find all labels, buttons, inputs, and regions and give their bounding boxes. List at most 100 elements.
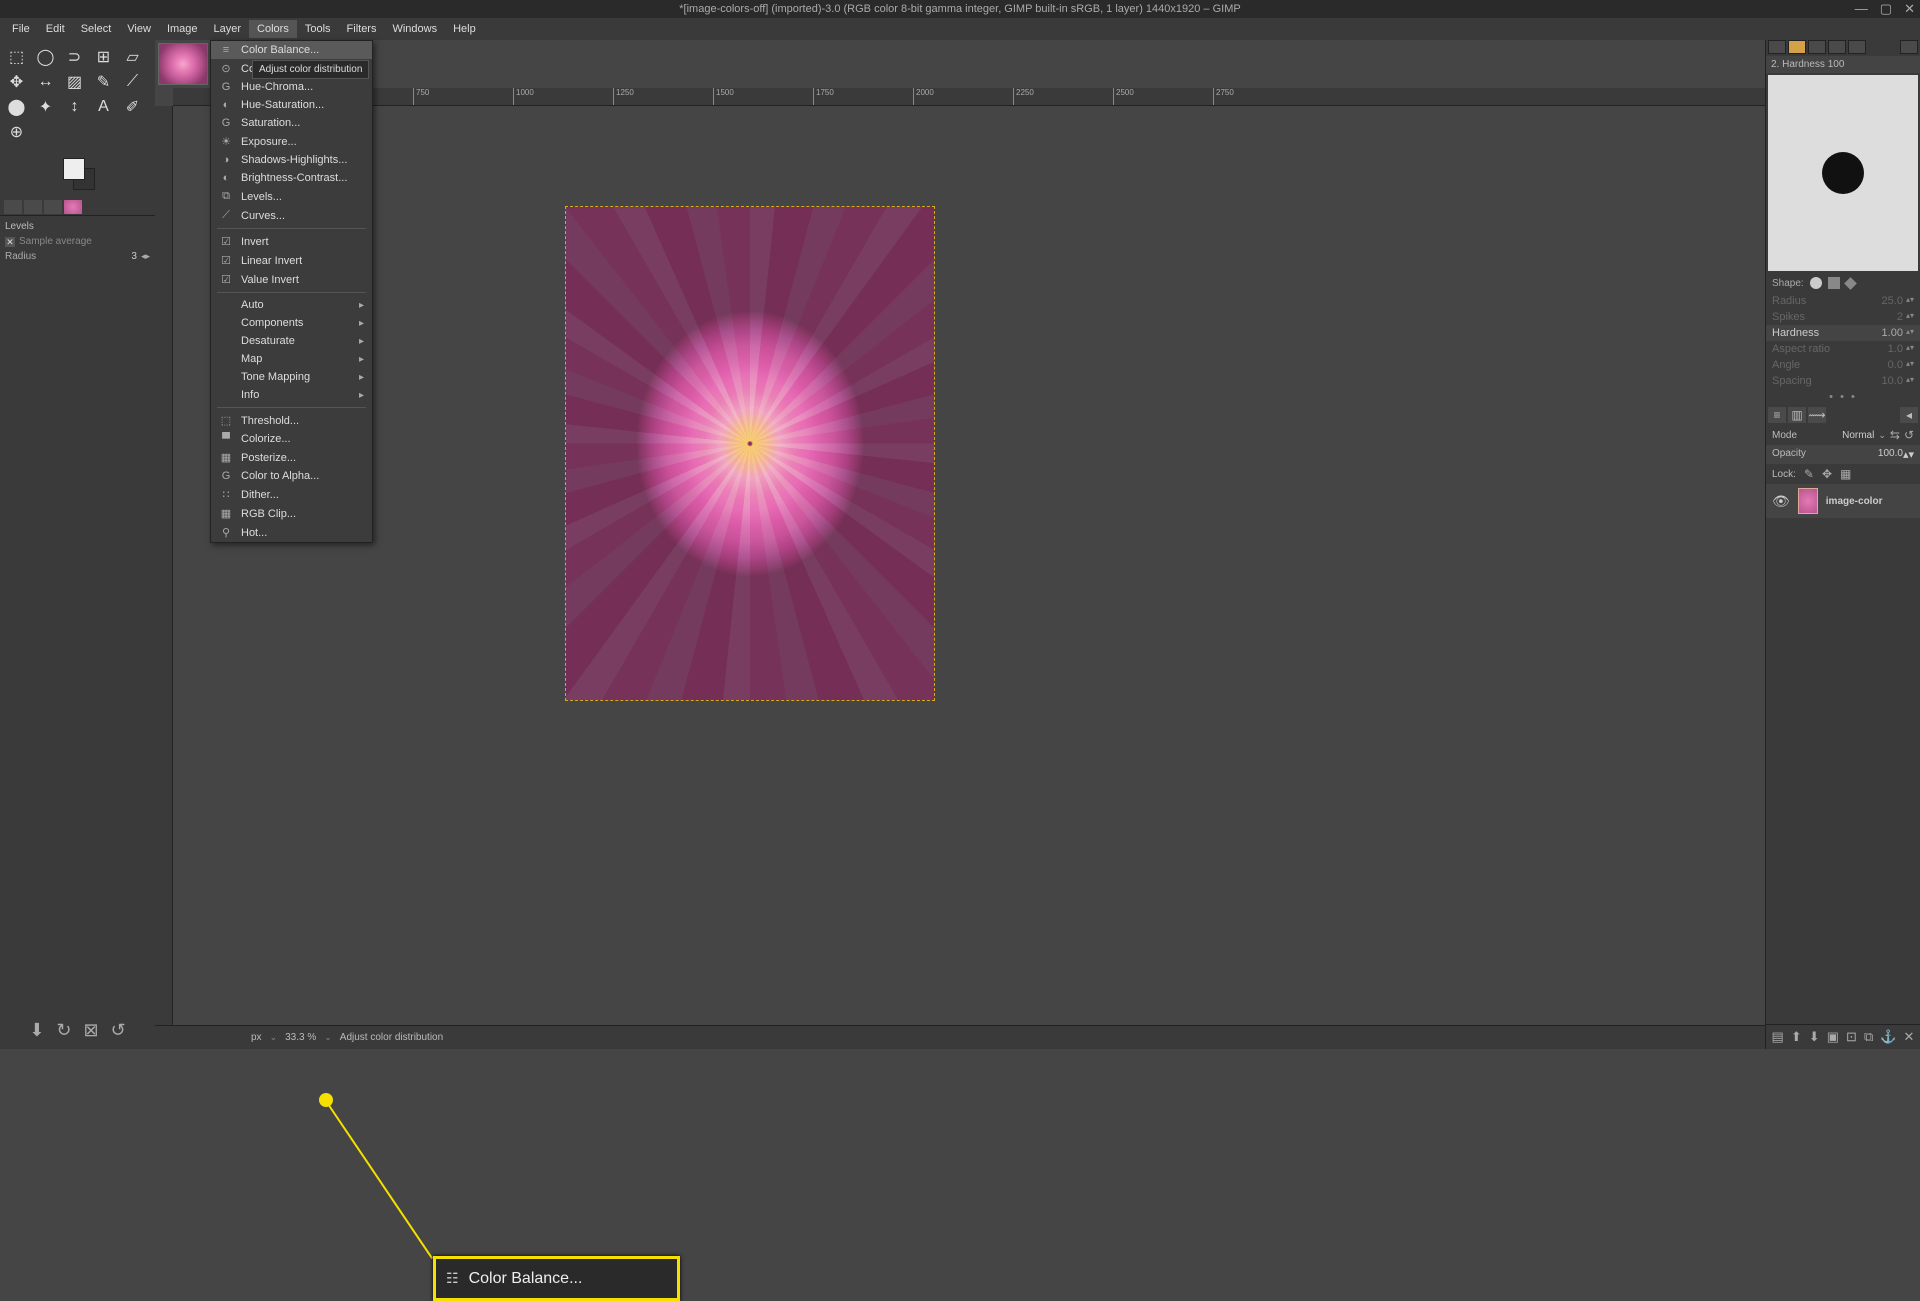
tool-button[interactable]: ↕ <box>61 95 88 118</box>
close-icon[interactable]: ✕ <box>1904 1 1915 17</box>
menu-colors[interactable]: Colors <box>249 20 297 38</box>
shape-circle-icon[interactable] <box>1810 277 1822 289</box>
tab-layers-icon[interactable]: ≡ <box>1768 407 1786 423</box>
menu-item-linear-invert[interactable]: ☑Linear Invert <box>211 251 372 270</box>
opacity-value[interactable]: 100.0 <box>1878 448 1903 461</box>
menu-item-hue-saturation[interactable]: ◐Hue-Saturation... <box>211 96 372 114</box>
tool-button[interactable]: ⊞ <box>90 45 117 68</box>
layer-action-icon[interactable]: ⊡ <box>1846 1029 1857 1045</box>
menu-item-hue-chroma[interactable]: GHue-Chroma... <box>211 78 372 96</box>
spinner-icon[interactable]: ▴▾ <box>1906 327 1914 339</box>
more-dots[interactable]: • • • <box>1766 389 1920 405</box>
menu-windows[interactable]: Windows <box>384 20 445 38</box>
property-value[interactable]: 0.0 <box>1888 359 1903 371</box>
spinner-icon[interactable]: ▴▾ <box>1906 359 1914 371</box>
menu-item-invert[interactable]: ☑Invert <box>211 232 372 251</box>
tool-button[interactable]: ⟋ <box>119 70 146 93</box>
property-row[interactable]: Hardness1.00▴▾ <box>1766 325 1920 341</box>
tool-button[interactable]: ▨ <box>61 70 88 93</box>
radius-value[interactable]: 3 <box>131 251 137 262</box>
tool-button[interactable]: ✥ <box>3 70 30 93</box>
tab-menu-icon[interactable]: ◂ <box>1900 407 1918 423</box>
menu-item-levels[interactable]: ⧉Levels... <box>211 187 372 206</box>
menu-item-curves[interactable]: ⟋Curves... <box>211 206 372 225</box>
dropdown-icon[interactable]: ⌄ <box>324 1032 332 1043</box>
tool-button[interactable]: ✎ <box>90 70 117 93</box>
property-row[interactable]: Aspect ratio1.0▴▾ <box>1766 341 1920 357</box>
switch-icon[interactable]: ⇆ <box>1890 428 1900 442</box>
action-icon[interactable]: ⬇ <box>29 1020 44 1041</box>
tool-button[interactable]: ⬤ <box>3 95 30 118</box>
tab-patterns[interactable] <box>1788 40 1806 54</box>
menu-item-exposure[interactable]: ☀Exposure... <box>211 132 372 151</box>
color-swatches[interactable] <box>58 158 98 190</box>
menu-item-map[interactable]: Map▸ <box>211 350 372 368</box>
menu-tools[interactable]: Tools <box>297 20 339 38</box>
layer-action-icon[interactable]: ▤ <box>1772 1029 1784 1045</box>
menu-item-color-to-alpha[interactable]: GColor to Alpha... <box>211 467 372 485</box>
property-value[interactable]: 1.0 <box>1888 343 1903 355</box>
dropdown-icon[interactable]: ⌄ <box>270 1032 278 1043</box>
menu-item-auto[interactable]: Auto▸ <box>211 296 372 314</box>
action-icon[interactable]: ↺ <box>111 1020 126 1041</box>
menu-select[interactable]: Select <box>73 20 120 38</box>
layer-thumbnail[interactable] <box>1798 488 1818 514</box>
tool-button[interactable]: ✐ <box>119 95 146 118</box>
tool-button[interactable]: ↔ <box>32 70 59 93</box>
menu-file[interactable]: File <box>4 20 38 38</box>
menu-item-components[interactable]: Components▸ <box>211 314 372 332</box>
layer-action-icon[interactable]: ⬇ <box>1809 1029 1820 1045</box>
tool-button[interactable]: ⊕ <box>3 120 30 143</box>
tab-item[interactable] <box>64 200 82 214</box>
zoom-value[interactable]: 33.3 % <box>285 1032 316 1043</box>
menu-edit[interactable]: Edit <box>38 20 73 38</box>
dropdown-icon[interactable]: ⌄ <box>1878 430 1886 441</box>
spinner-icon[interactable]: ▴▾ <box>1906 375 1914 387</box>
menu-image[interactable]: Image <box>159 20 206 38</box>
lock-alpha-icon[interactable]: ▦ <box>1840 467 1851 481</box>
tab-brushes[interactable] <box>1768 40 1786 54</box>
tool-button[interactable]: ▱ <box>119 45 146 68</box>
menu-item-hot[interactable]: ⚲Hot... <box>211 523 372 542</box>
menu-item-threshold[interactable]: ⬚Threshold... <box>211 411 372 430</box>
layer-action-icon[interactable]: ✕ <box>1904 1029 1915 1045</box>
property-value[interactable]: 10.0 <box>1882 375 1903 387</box>
reset-icon[interactable]: ↺ <box>1904 428 1914 442</box>
menu-layer[interactable]: Layer <box>206 20 250 38</box>
image-canvas[interactable] <box>565 206 935 701</box>
tool-button[interactable]: ⊃ <box>61 45 88 68</box>
spinner-icon[interactable]: ▴▾ <box>1906 343 1914 355</box>
maximize-icon[interactable]: ▢ <box>1880 1 1892 17</box>
layer-action-icon[interactable]: ▣ <box>1827 1029 1839 1045</box>
menu-item-colorize[interactable]: ▀Colorize... <box>211 430 372 448</box>
close-x-icon[interactable]: ✕ <box>5 237 15 247</box>
tab-history[interactable] <box>1828 40 1846 54</box>
minimize-icon[interactable]: — <box>1855 1 1868 17</box>
tab-paint[interactable] <box>1848 40 1866 54</box>
tab-paths-icon[interactable]: ⟿ <box>1808 407 1826 423</box>
fg-color-swatch[interactable] <box>63 158 85 180</box>
layer-action-icon[interactable]: ⬆ <box>1791 1029 1802 1045</box>
menu-item-posterize[interactable]: ▦Posterize... <box>211 448 372 467</box>
shape-diamond-icon[interactable] <box>1844 277 1857 290</box>
layer-name[interactable]: image-color <box>1826 496 1883 507</box>
menu-item-color-balance[interactable]: ≡Color Balance... <box>211 41 372 59</box>
menu-item-dither[interactable]: ∷Dither... <box>211 485 372 504</box>
property-row[interactable]: Spacing10.0▴▾ <box>1766 373 1920 389</box>
layer-action-icon[interactable]: ⚓ <box>1880 1029 1896 1045</box>
radius-spinner[interactable]: ◂▸ <box>141 251 150 262</box>
tab-menu[interactable] <box>1900 40 1918 54</box>
property-row[interactable]: Spikes2▴▾ <box>1766 309 1920 325</box>
spinner-icon[interactable]: ▴▾ <box>1906 295 1914 307</box>
spinner-icon[interactable]: ▴▾ <box>1906 311 1914 323</box>
menu-item-desaturate[interactable]: Desaturate▸ <box>211 332 372 350</box>
menu-filters[interactable]: Filters <box>339 20 385 38</box>
property-value[interactable]: 1.00 <box>1882 327 1903 339</box>
opacity-spinner[interactable]: ▴▾ <box>1903 448 1914 461</box>
property-value[interactable]: 2 <box>1897 311 1903 323</box>
tab-channels-icon[interactable]: ▥ <box>1788 407 1806 423</box>
lock-brush-icon[interactable]: ✎ <box>1804 467 1814 481</box>
tab-item[interactable] <box>24 200 42 214</box>
tool-button[interactable]: A <box>90 95 117 118</box>
menu-item-saturation[interactable]: GSaturation... <box>211 114 372 132</box>
